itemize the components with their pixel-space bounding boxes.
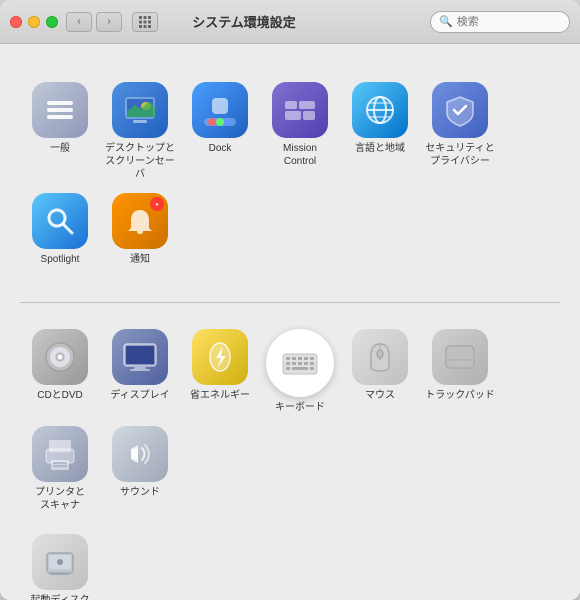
pref-display[interactable]: ディスプレイ [100,323,180,420]
minimize-button[interactable] [28,16,40,28]
pref-mouse[interactable]: マウス [340,323,420,420]
display-label: ディスプレイ [110,389,169,402]
energy-label: 省エネルギー [190,389,250,402]
mission-control-label: MissionControl [283,142,317,168]
dock-icon [192,82,248,138]
desktop-icon [112,82,168,138]
spotlight-label: Spotlight [41,253,80,266]
sound-label: サウンド [120,486,160,499]
general-icon [32,82,88,138]
pref-energy[interactable]: 省エネルギー [180,323,260,420]
pref-trackpad[interactable]: トラックパッド [420,323,500,420]
dock-label: Dock [209,142,232,155]
sound-icon [112,426,168,482]
pref-lang[interactable]: 言語と地域 [340,76,420,187]
pref-notify[interactable]: • 通知 [100,187,180,272]
display-icon [112,329,168,385]
titlebar: ‹ › システム環境設定 🔍 [0,0,580,44]
startup-label: 起動ディスク [30,594,89,600]
pref-sound[interactable]: サウンド [100,420,180,518]
mouse-icon [352,329,408,385]
keyboard-icon [266,329,334,397]
section-2: CDとDVD ディスプレイ [20,311,560,600]
pref-security[interactable]: セキュリティとプライバシー [420,76,500,187]
system-preferences-window: ‹ › システム環境設定 🔍 [0,0,580,600]
divider-1 [20,302,560,303]
startup-icon [32,534,88,590]
lang-label: 言語と地域 [355,142,405,155]
section-1-grid: 一般 デスクトップとスクリーンセーバ [20,76,560,272]
notify-label: 通知 [130,253,150,266]
security-icon [432,82,488,138]
pref-general[interactable]: 一般 [20,76,100,187]
mission-control-icon [272,82,328,138]
pref-mission-control[interactable]: MissionControl [260,76,340,187]
printer-label: プリンタとスキャナ [35,486,85,512]
notify-icon: • [112,193,168,249]
content-area: 一般 デスクトップとスクリーンセーバ [0,44,580,600]
cd-label: CDとDVD [37,389,83,402]
desktop-label: デスクトップとスクリーンセーバ [104,142,176,181]
search-bar[interactable]: 🔍 [430,11,570,33]
traffic-lights [10,16,58,28]
keyboard-label: キーボード [275,401,325,414]
energy-icon [192,329,248,385]
mouse-label: マウス [365,389,395,402]
startup-row: 起動ディスク [20,528,560,600]
section-1: 一般 デスクトップとスクリーンセーバ [20,64,560,294]
printer-icon [32,426,88,482]
lang-icon [352,82,408,138]
cd-icon [32,329,88,385]
trackpad-label: トラックパッド [425,389,495,402]
pref-printer[interactable]: プリンタとスキャナ [20,420,100,518]
window-title: システム環境設定 [58,12,430,31]
section-2-grid: CDとDVD ディスプレイ [20,323,560,518]
pref-cd[interactable]: CDとDVD [20,323,100,420]
pref-dock[interactable]: Dock [180,76,260,187]
pref-keyboard[interactable]: キーボード [260,323,340,420]
pref-startup[interactable]: 起動ディスク [20,528,100,600]
pref-spotlight[interactable]: Spotlight [20,187,100,272]
close-button[interactable] [10,16,22,28]
search-icon: 🔍 [439,15,453,28]
spotlight-icon [32,193,88,249]
pref-desktop[interactable]: デスクトップとスクリーンセーバ [100,76,180,187]
security-label: セキュリティとプライバシー [425,142,494,168]
general-label: 一般 [50,142,70,155]
maximize-button[interactable] [46,16,58,28]
trackpad-icon [432,329,488,385]
search-input[interactable] [457,16,561,28]
